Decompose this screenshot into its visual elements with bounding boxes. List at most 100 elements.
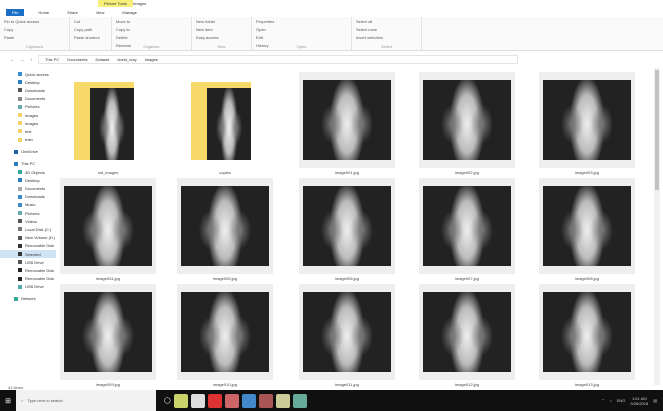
ribbon-button[interactable]: Copy bbox=[4, 27, 65, 32]
ribbon-button[interactable]: Open bbox=[256, 27, 347, 32]
sidebar-item[interactable]: Removable Disk bbox=[0, 242, 56, 250]
tab-share[interactable]: Share bbox=[63, 9, 82, 16]
ribbon-group-label: Clipboard bbox=[25, 44, 44, 49]
ribbon-button[interactable]: Paste bbox=[4, 35, 65, 40]
ribbon-button[interactable]: Easy access bbox=[196, 35, 247, 40]
context-tab-picture-tools[interactable]: Picture Tools bbox=[98, 0, 133, 7]
image-file-item[interactable]: image006.jpg bbox=[297, 178, 397, 282]
chrome-icon[interactable] bbox=[224, 393, 239, 408]
notifications-icon[interactable]: ▤ bbox=[653, 398, 657, 403]
tab-file[interactable]: File bbox=[6, 9, 25, 16]
breadcrumb-item[interactable]: chest_xray bbox=[117, 57, 136, 62]
folder-icon bbox=[18, 178, 22, 183]
sidebar-item-label: Local Disk (C:) bbox=[25, 226, 52, 232]
ribbon-button[interactable]: Properties bbox=[256, 19, 347, 24]
image-file-item[interactable]: image001.jpg bbox=[297, 72, 397, 176]
sidebar-item[interactable]: test bbox=[0, 127, 56, 135]
store-icon[interactable] bbox=[190, 393, 205, 408]
breadcrumb-item[interactable]: Documents bbox=[67, 57, 87, 62]
sidebar-item[interactable]: OneDrive bbox=[0, 148, 56, 156]
sidebar-item[interactable]: Images bbox=[0, 119, 56, 127]
windows-start-icon[interactable]: ⊞ bbox=[0, 390, 16, 411]
app-icon[interactable] bbox=[292, 393, 307, 408]
image-file-item[interactable]: image013.jpg bbox=[537, 284, 637, 388]
back-icon[interactable]: ← bbox=[10, 57, 14, 62]
sidebar-item[interactable]: Downloads bbox=[0, 193, 56, 201]
sidebar-item[interactable]: Quick access bbox=[0, 70, 56, 78]
image-file-item[interactable]: image010.jpg bbox=[175, 284, 275, 388]
sidebar-item[interactable]: USB Drive bbox=[0, 283, 56, 291]
sidebar-item[interactable]: Removable Disk bbox=[0, 275, 56, 283]
image-file-item[interactable]: image012.jpg bbox=[417, 284, 517, 388]
breadcrumb-item[interactable]: This PC bbox=[45, 57, 59, 62]
sidebar-item[interactable]: Local Disk (C:) bbox=[0, 225, 56, 233]
sidebar-item[interactable]: Removable Disk bbox=[0, 266, 56, 274]
sidebar-item[interactable]: Documents bbox=[0, 95, 56, 103]
sidebar-item[interactable]: Music bbox=[0, 201, 56, 209]
ribbon-button[interactable]: Select all bbox=[356, 19, 417, 24]
ribbon-button[interactable]: Select none bbox=[356, 27, 417, 32]
sidebar-item[interactable]: New Volume (D:) bbox=[0, 234, 56, 242]
folder-item[interactable]: copies bbox=[175, 72, 275, 176]
ribbon-button[interactable]: New folder bbox=[196, 19, 247, 24]
app-icon[interactable] bbox=[241, 393, 256, 408]
ribbon-button[interactable]: Move to bbox=[116, 19, 187, 24]
sidebar-item[interactable]: Selected bbox=[0, 249, 56, 259]
ribbon-button[interactable]: Copy path bbox=[74, 27, 107, 32]
sidebar-item[interactable]: This PC bbox=[0, 160, 56, 168]
network-icon[interactable]: ⌃ bbox=[601, 398, 604, 403]
folder-item[interactable]: old_images bbox=[58, 72, 158, 176]
tab-home[interactable]: Home bbox=[34, 9, 53, 16]
ribbon-button[interactable]: Delete bbox=[116, 35, 187, 40]
sidebar-item[interactable]: Documents bbox=[0, 184, 56, 192]
image-file-item[interactable]: image005.jpg bbox=[175, 178, 275, 282]
language-indicator[interactable]: ENG bbox=[617, 398, 626, 403]
breadcrumb-item[interactable]: Images bbox=[145, 57, 158, 62]
clock[interactable]: 1:51 AM 9/26/2018 bbox=[630, 396, 648, 406]
volume-icon[interactable]: ♪ bbox=[610, 398, 612, 403]
image-file-item[interactable]: image007.jpg bbox=[417, 178, 517, 282]
image-file-item[interactable]: image011.jpg bbox=[297, 284, 397, 388]
image-file-item[interactable]: image008.jpg bbox=[537, 178, 637, 282]
forward-icon[interactable]: → bbox=[20, 57, 24, 62]
file-explorer-icon[interactable] bbox=[173, 393, 188, 408]
ribbon-button[interactable]: Pin to Quick access bbox=[4, 19, 65, 24]
ribbon-button[interactable]: Paste shortcut bbox=[74, 35, 107, 40]
sidebar-item[interactable]: Downloads bbox=[0, 86, 56, 94]
scrollbar[interactable] bbox=[654, 68, 660, 385]
sidebar-item[interactable]: Desktop bbox=[0, 78, 56, 86]
sidebar-item[interactable]: USB Drive bbox=[0, 258, 56, 266]
tab-view[interactable]: View bbox=[92, 9, 109, 16]
app-icon[interactable] bbox=[275, 393, 290, 408]
time: 1:51 AM bbox=[631, 395, 647, 401]
ribbon-button[interactable]: Invert selection bbox=[356, 35, 417, 40]
image-file-item[interactable]: image004.jpg bbox=[58, 178, 158, 282]
app-icon[interactable] bbox=[258, 393, 273, 408]
ribbon-button[interactable]: Edit bbox=[256, 35, 347, 40]
ribbon-button[interactable]: New item bbox=[196, 27, 247, 32]
app-icon[interactable] bbox=[207, 393, 222, 408]
scrollbar-thumb[interactable] bbox=[655, 70, 659, 190]
ribbon-button[interactable]: Cut bbox=[74, 19, 107, 24]
sidebar-item[interactable]: Desktop bbox=[0, 176, 56, 184]
sidebar-item[interactable]: Network bbox=[0, 295, 56, 303]
ribbon-group-label: Open bbox=[296, 44, 307, 49]
ribbon: Pin to Quick access Copy Paste Clipboard Cut… bbox=[0, 17, 663, 51]
image-file-item[interactable]: image002.jpg bbox=[417, 72, 517, 176]
sidebar-item[interactable]: Images bbox=[0, 111, 56, 119]
sidebar-item[interactable]: Pictures bbox=[0, 209, 56, 217]
sidebar-item[interactable]: Pictures bbox=[0, 103, 56, 111]
sidebar-item[interactable]: 3D Objects bbox=[0, 168, 56, 176]
ribbon-button[interactable]: Copy to bbox=[116, 27, 187, 32]
tab-manage[interactable]: Manage bbox=[118, 9, 140, 16]
image-file-item[interactable]: image003.jpg bbox=[537, 72, 637, 176]
breadcrumb-item[interactable]: Dataset bbox=[95, 57, 109, 62]
image-file-item[interactable]: image009.jpg bbox=[58, 284, 158, 388]
breadcrumb[interactable]: This PC Documents Dataset chest_xray Images bbox=[38, 54, 518, 64]
sidebar-item[interactable]: Videos bbox=[0, 217, 56, 225]
taskbar-search[interactable]: ○ Type here to search bbox=[16, 390, 156, 411]
sidebar-item-label: USB Drive bbox=[25, 259, 44, 265]
up-icon[interactable]: ↑ bbox=[30, 57, 32, 62]
sidebar-item[interactable]: train bbox=[0, 136, 56, 144]
task-view-icon[interactable]: ◯ bbox=[164, 397, 171, 404]
